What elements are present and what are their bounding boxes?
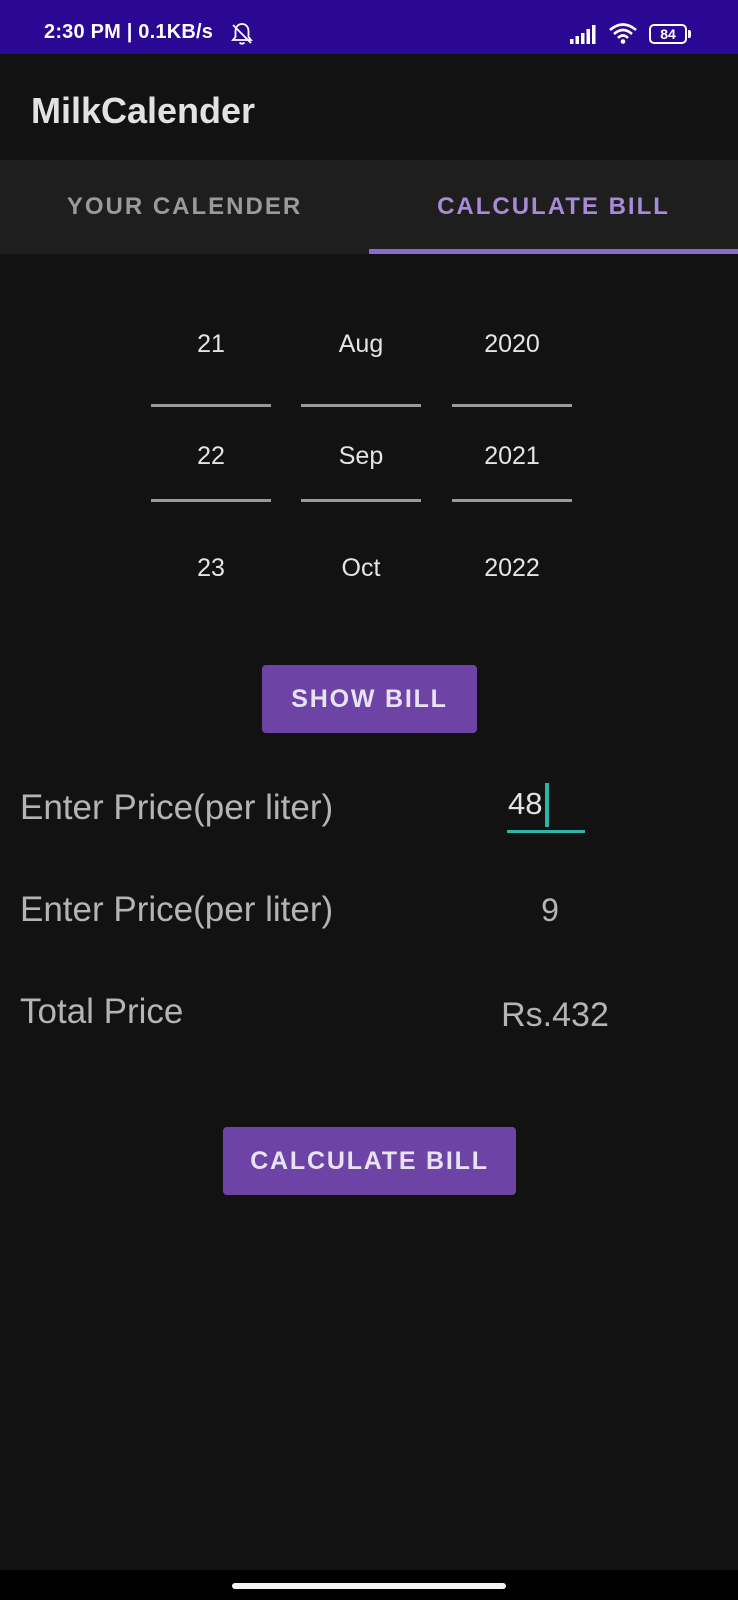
picker-divider — [301, 499, 421, 502]
day-picker-selected[interactable]: 22 — [151, 442, 271, 471]
picker-divider — [151, 404, 271, 407]
home-gesture-handle[interactable] — [232, 1583, 506, 1589]
wifi-icon — [609, 23, 637, 44]
bell-off-icon — [231, 23, 253, 45]
total-price-label: Total Price — [20, 992, 184, 1031]
picker-divider — [301, 404, 421, 407]
tab-bar: YOUR CALENDER CALCULATE BILL — [0, 160, 738, 254]
tab-indicator — [369, 249, 738, 254]
price-field[interactable] — [507, 781, 585, 833]
tab-your-calender[interactable]: YOUR CALENDER — [0, 160, 369, 254]
price-label: Enter Price(per liter) — [20, 788, 334, 827]
picker-divider — [151, 499, 271, 502]
cellular-signal-icon — [570, 25, 596, 44]
quantity-value: 9 — [541, 892, 559, 928]
price-field-underline — [507, 830, 585, 833]
calculate-bill-button[interactable]: CALCULATE BILL — [223, 1127, 516, 1195]
app-bar: MilkCalender — [0, 54, 738, 158]
battery-level: 84 — [660, 26, 676, 42]
day-picker-prev[interactable]: 21 — [151, 330, 271, 359]
month-picker[interactable]: Aug Sep Oct — [301, 300, 421, 600]
status-bar: 2:30 PM | 0.1KB/s 84 — [0, 0, 738, 54]
day-picker-next[interactable]: 23 — [151, 554, 271, 583]
month-picker-selected[interactable]: Sep — [301, 442, 421, 471]
text-cursor — [545, 783, 549, 827]
month-picker-next[interactable]: Oct — [301, 554, 421, 583]
status-time: 2:30 PM | 0.1KB/s — [44, 21, 214, 43]
quantity-label: Enter Price(per liter) — [20, 890, 334, 929]
show-bill-button[interactable]: SHOW BILL — [262, 665, 477, 733]
picker-divider — [452, 499, 572, 502]
picker-divider — [452, 404, 572, 407]
year-picker-selected[interactable]: 2021 — [452, 442, 572, 471]
tab-calculate-bill[interactable]: CALCULATE BILL — [369, 160, 738, 254]
battery-icon: 84 — [649, 24, 691, 44]
app-screen: 2:30 PM | 0.1KB/s 84 MilkCalender YOUR C… — [0, 0, 738, 1600]
day-picker[interactable]: 21 22 23 — [151, 300, 271, 600]
year-picker-next[interactable]: 2022 — [452, 554, 572, 583]
year-picker[interactable]: 2020 2021 2022 — [452, 300, 572, 600]
year-picker-prev[interactable]: 2020 — [452, 330, 572, 359]
app-title: MilkCalender — [31, 90, 256, 131]
month-picker-prev[interactable]: Aug — [301, 330, 421, 359]
total-price-value: Rs.432 — [501, 996, 609, 1034]
